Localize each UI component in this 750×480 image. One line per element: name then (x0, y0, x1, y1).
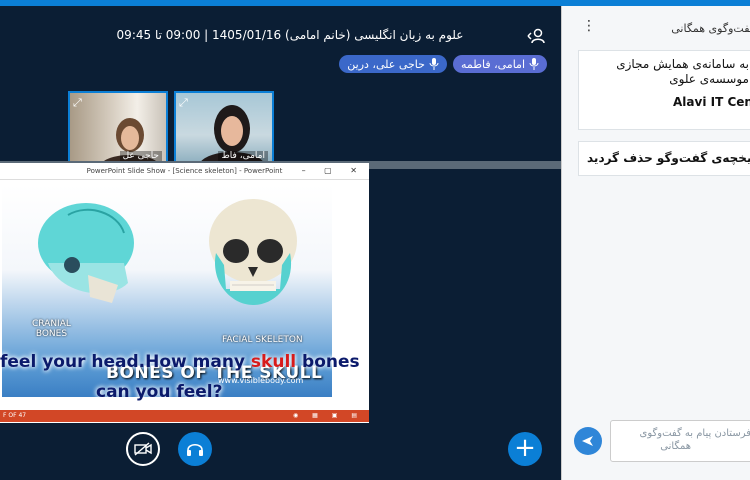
chat-message-text: به سامانه‌ی همایش مجازی (616, 57, 749, 71)
annotation-line1: feel your head.How many skull bones (0, 352, 370, 372)
chat-input-placeholder: فرستادن پیام به گفت‌وگوی (639, 428, 750, 439)
talker-name: امامی، فاطمه (460, 57, 525, 71)
annotation-highlight: skull (250, 352, 297, 372)
chat-message: تاریخچه‌ی گفت‌وگو حذف گردید (578, 141, 750, 176)
ppt-statusbar: F OF 47 ◉ ▦ ▣ ▤ (0, 410, 369, 422)
microphone-icon (529, 58, 539, 70)
cranial-label-line1: CRANIAL (32, 319, 71, 329)
ppt-view-icons: ◉ ▦ ▣ ▤ (293, 412, 363, 419)
webcam-tile[interactable]: ⤢ امامی، فاط (174, 91, 274, 165)
camera-off-button[interactable] (126, 432, 160, 466)
public-chat-panel: ⋮ گفت‌وگوی همگانی به سامانه‌ی همایش مجاز… (561, 6, 750, 480)
ppt-titlebar: PowerPoint Slide Show - [Science skeleto… (0, 163, 369, 180)
website-label: www.visiblebody.com (218, 376, 304, 385)
chat-header: ⋮ گفت‌وگوی همگانی (562, 14, 750, 38)
window-controls: – ▢ ✕ (301, 166, 365, 175)
facial-label: FACIAL SKELETON (222, 335, 303, 345)
media-controls (126, 432, 212, 466)
talker-badge: امامی، فاطمه (452, 55, 547, 73)
talker-badge: حاجی علی، درین (339, 55, 447, 73)
chat-input-placeholder: همگانی (660, 441, 691, 452)
cranial-label-line2: BONES (35, 329, 68, 339)
chat-input[interactable]: فرستادن پیام به گفت‌وگوی همگانی (610, 420, 750, 462)
facial-skull-image (209, 199, 297, 305)
session-title: علوم به زبان انگلیسی (خانم امامی) 1405/0… (116, 28, 464, 42)
users-icon[interactable] (526, 26, 546, 46)
actions-plus-button[interactable]: + (508, 432, 542, 466)
webcam-tile[interactable]: ⤢ حاجی عل (68, 91, 168, 165)
talker-name: حاجی علی، درین (347, 57, 425, 71)
headphones-icon (187, 443, 203, 456)
chat-message: به سامانه‌ی همایش مجازی موسسه‌ی علوی Ala… (578, 50, 750, 130)
talking-indicators: امامی، فاطمه حاجی علی، درین (339, 55, 547, 73)
chat-message-text: موسسه‌ی علوی (669, 72, 749, 86)
annotation-text: feel your head.How many (0, 352, 251, 372)
camera-off-icon (134, 442, 152, 456)
chat-message-bold: Alavi IT Center (673, 95, 750, 109)
send-icon (582, 436, 593, 446)
expand-icon[interactable]: ⤢ (179, 96, 188, 110)
annotation-text: bones (296, 352, 360, 372)
ppt-slide-counter: F OF 47 (3, 412, 27, 419)
audio-button[interactable] (178, 432, 212, 466)
chat-title: گفت‌وگوی همگانی (671, 22, 750, 35)
chat-menu-icon[interactable]: ⋮ (582, 18, 596, 34)
webcam-name: حاجی عل (119, 151, 162, 161)
cranial-skull-image (38, 203, 134, 303)
cranial-label: CRANIAL BONES (32, 319, 71, 339)
send-button[interactable] (574, 427, 602, 455)
expand-icon[interactable]: ⤢ (73, 96, 82, 110)
webcam-name: امامی، فاط (218, 151, 268, 161)
microphone-icon (429, 58, 439, 70)
ppt-window-title: PowerPoint Slide Show - [Science skeleto… (86, 167, 283, 175)
annotation-line2: can you feel? (96, 382, 223, 402)
